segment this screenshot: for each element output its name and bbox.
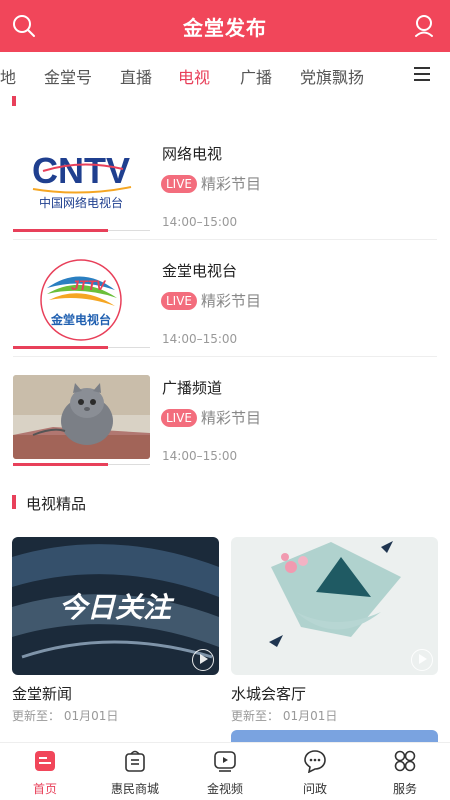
nav-label: 首页 [32,782,57,796]
tab-jintanghao[interactable]: 金堂号 [44,64,92,88]
channel-name: 网络电视 [162,145,223,163]
cntv-logo: CNTV 中国网络电视台 [13,141,150,225]
chat-icon [304,750,326,773]
tab-party-flag[interactable]: 党旗飘扬 [300,64,364,88]
program-time: 14:00–15:00 [162,215,238,229]
program-time: 14:00–15:00 [162,332,238,346]
nav-mall[interactable]: 惠民商城 [90,743,180,800]
live-badge: LIVE [161,175,198,193]
nav-label: 惠民商城 [110,782,159,796]
channel-name: 广播频道 [162,379,223,397]
svg-text:JTTV: JTTV [71,277,107,293]
card-updated: 更新至： 01月01日 [231,709,338,723]
tab-radio[interactable]: 广播 [240,64,272,88]
home-icon [35,751,55,771]
section-marker [12,495,16,509]
tab-live[interactable]: 直播 [120,64,152,88]
grid-icon [394,750,416,772]
section-title-text: 电视精品 [26,495,87,513]
nav-label: 金视频 [206,782,243,796]
jintang-news-thumb-text: 今日关注 [59,591,175,624]
bottom-nav: 首页 惠民商城 金视频 问政 服务 [0,742,450,800]
nav-label: 服务 [392,782,417,796]
program-time: 14:00–15:00 [162,449,238,463]
tab-tv[interactable]: 电视 [178,64,210,88]
shuicheng-thumb [231,537,438,675]
app-header: 金堂发布 [0,0,450,52]
menu-icon[interactable] [414,67,430,81]
thumb-divider [108,230,150,231]
channel-name: 金堂电视台 [162,262,238,280]
category-tabs: 地 金堂号 直播 电视 广播 党旗飘扬 [0,52,450,96]
card-title: 金堂新闻 [12,685,73,703]
nav-home[interactable]: 首页 [0,743,90,800]
live-badge: LIVE [161,409,198,427]
video-icon [214,751,236,772]
nav-label: 问政 [302,782,327,796]
nav-wenzheng[interactable]: 问政 [270,743,360,800]
thumb-divider [108,347,150,348]
program-name: 精彩节目 [201,409,262,427]
user-icon[interactable] [411,13,437,39]
card-title: 水城会客厅 [231,685,307,703]
jintang-tv-logo: JTTV 金堂电视台 [13,258,150,342]
shopping-bag-icon [125,750,145,772]
program-name: 精彩节目 [201,175,262,193]
svg-text:金堂电视台: 金堂电视台 [50,312,111,327]
play-icon[interactable] [411,649,433,671]
thumb-underline [13,229,108,232]
jintang-news-thumb: 今日关注 [12,537,219,675]
tab-local[interactable]: 地 [0,64,16,88]
app-title: 金堂发布 [183,16,267,40]
thumb-divider [108,464,150,465]
live-channel-item[interactable]: CNTV 中国网络电视台 网络电视 LIVE 精彩节目 14:00–15:00 [13,123,437,240]
main-content[interactable]: CNTV 中国网络电视台 网络电视 LIVE 精彩节目 14:00–15:00 … [0,96,450,742]
program-name: 精彩节目 [201,292,262,310]
nav-video[interactable]: 金视频 [180,743,270,800]
thumb-underline [13,346,108,349]
section-marker [12,96,16,106]
play-icon[interactable] [192,649,214,671]
live-channel-item[interactable]: 广播频道 LIVE 精彩节目 14:00–15:00 [13,357,437,474]
nav-service[interactable]: 服务 [360,743,450,800]
thumb-underline [13,463,108,466]
card-updated: 更新至： 01月01日 [12,709,119,723]
svg-text:中国网络电视台: 中国网络电视台 [39,195,123,210]
live-channel-item[interactable]: JTTV 金堂电视台 金堂电视台 LIVE 精彩节目 14:00–15:00 [13,240,437,357]
next-card-peek [231,730,438,742]
kitten-photo [13,375,150,459]
live-badge: LIVE [161,292,198,310]
